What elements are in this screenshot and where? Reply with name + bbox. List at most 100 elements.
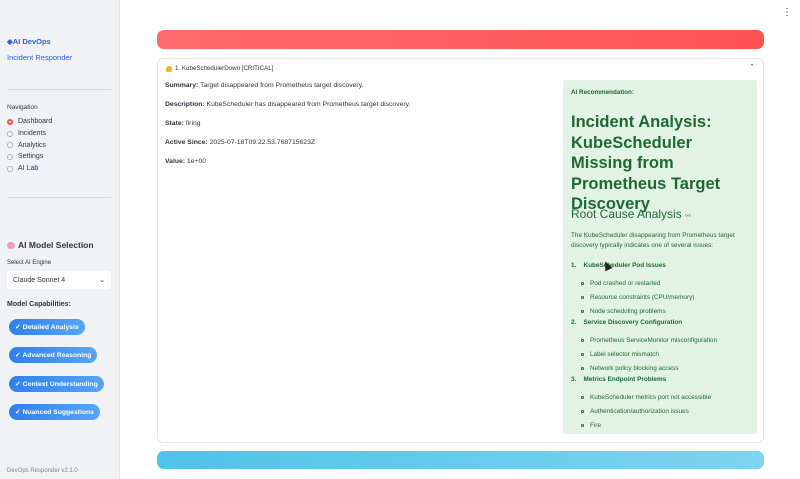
bullet-icon <box>581 309 584 313</box>
alert-value: Value: 1e+00 <box>165 158 206 165</box>
root-cause-heading: Root Cause Analysis ⚯ <box>571 207 691 221</box>
list-item: Node scheduling problems <box>581 308 666 315</box>
section-title: KubeScheduler Pod Issues <box>583 262 666 269</box>
bullet-icon <box>581 352 584 356</box>
bullet-icon <box>581 281 584 285</box>
description-value: KubeScheduler has disappeared from Prome… <box>206 101 411 108</box>
section-title: Service Discovery Configuration <box>583 319 683 326</box>
root-cause-heading-text: Root Cause Analysis <box>571 207 682 221</box>
list-item: Resource constraints (CPU/memory) <box>581 294 694 301</box>
bullet-icon <box>581 423 584 427</box>
version-label: DevOps Responder v2.1.0 <box>7 468 78 474</box>
alert-expander: 1. KubeSchedulerDown [CRITICAL] ⌃ Summar… <box>157 58 764 443</box>
chevron-down-icon: ⌄ <box>99 277 105 284</box>
radio-selected-icon <box>7 118 13 125</box>
collapse-icon[interactable]: ⌃ <box>749 63 755 71</box>
recommendation-intro: The KubeScheduler disappearing from Prom… <box>571 232 735 249</box>
alert-state: State: firing <box>165 120 201 127</box>
alert-title: 1. KubeSchedulerDown [CRITICAL] <box>175 65 274 72</box>
section-number: 3. <box>571 376 577 383</box>
list-item: KubeScheduler metrics port not accessibl… <box>581 394 711 401</box>
bullet-icon <box>581 338 584 342</box>
nav-item-settings[interactable]: Settings <box>7 151 52 163</box>
list-item-text: Pod crashed or restarted <box>590 280 661 287</box>
value-label: Value: <box>165 158 186 165</box>
nav-title: Navigation <box>7 104 38 111</box>
engine-select-value: Claude Sonnet 4 <box>13 276 66 284</box>
bullet-icon <box>581 366 584 370</box>
alert-description: Description: KubeScheduler has disappear… <box>165 101 410 108</box>
radio-icon <box>7 142 13 149</box>
list-item-text: Resource constraints (CPU/memory) <box>590 294 695 301</box>
list-item-text: Network policy blocking access <box>590 365 679 372</box>
list-item-text: KubeScheduler metrics port not accessibl… <box>590 394 712 401</box>
recommendation-label: AI Recommendation: <box>571 89 634 96</box>
alert-summary: Summary: Target disappeared from Prometh… <box>165 82 363 89</box>
capabilities-title: Model Capabilities: <box>7 301 71 308</box>
nav-item-label: Settings <box>18 153 44 161</box>
nav-item-label: Analytics <box>18 141 47 149</box>
alert-expander-header[interactable]: 1. KubeSchedulerDown [CRITICAL] <box>166 65 273 72</box>
alert-active-since: Active Since: 2025-07-18T09:22:53.768715… <box>165 139 315 146</box>
nav-item-label: Dashboard <box>18 118 53 126</box>
list-item-text: Authentication/authorization issues <box>590 408 689 415</box>
sidebar-divider <box>7 89 111 90</box>
info-banner <box>157 451 764 469</box>
capability-badge: ✓ Detailed Analysis <box>9 319 85 335</box>
state-label: State: <box>165 120 184 127</box>
list-item-text: Label selector mismatch <box>590 351 659 358</box>
description-label: Description: <box>165 101 205 108</box>
app-brand-label: AI DevOps <box>12 37 51 46</box>
nav-radio-group: Dashboard Incidents Analytics Settings A… <box>7 116 52 174</box>
section-heading: 1. KubeScheduler Pod Issues <box>571 262 666 269</box>
nav-item-dashboard[interactable]: Dashboard <box>7 116 52 128</box>
critical-banner <box>157 30 764 49</box>
ai-model-section-title: AI Model Selection <box>7 240 94 250</box>
bell-icon <box>166 65 172 72</box>
capability-badge: ✓ Advanced Reasoning <box>9 347 98 363</box>
sidebar-divider <box>7 197 111 198</box>
list-item-text: Prometheus ServiceMonitor misconfigurati… <box>590 337 718 344</box>
link-icon[interactable]: ⚯ <box>685 213 691 220</box>
ai-recommendation-panel: AI Recommendation: Incident Analysis: Ku… <box>563 80 757 434</box>
value-value: 1e+00 <box>186 158 207 165</box>
app-brand: ◆AI DevOps <box>7 37 51 46</box>
list-item: Authentication/authorization issues <box>581 408 689 415</box>
bullet-icon <box>581 409 584 413</box>
summary-value: Target disappeared from Prometheus targe… <box>200 82 364 89</box>
ai-model-section-label: AI Model Selection <box>18 240 94 250</box>
list-item: Label selector mismatch <box>581 351 659 358</box>
list-item: Pod crashed or restarted <box>581 280 660 287</box>
radio-icon <box>7 130 13 137</box>
nav-item-label: AI Lab <box>18 165 39 173</box>
capability-badge: ✓ Context Understanding <box>9 376 104 392</box>
radio-icon <box>7 153 13 160</box>
app-subtitle: Incident Responder <box>7 53 73 62</box>
list-item-text: Node scheduling problems <box>590 308 666 315</box>
list-item: Network policy blocking access <box>581 365 678 372</box>
section-number: 1. <box>571 262 577 269</box>
active-since-value: 2025-07-18T09:22:53.768715623Z <box>209 139 316 146</box>
section-heading: 3. Metrics Endpoint Problems <box>571 376 666 383</box>
radio-icon <box>7 165 13 172</box>
nav-item-incidents[interactable]: Incidents <box>7 128 52 140</box>
summary-label: Summary: <box>165 82 199 89</box>
capability-badge: ✓ Nuanced Suggestions <box>9 404 100 420</box>
bullet-icon <box>581 295 584 299</box>
brain-icon <box>7 241 15 249</box>
recommendation-heading: Incident Analysis: KubeScheduler Missing… <box>571 113 721 213</box>
engine-select-label: Select AI Engine <box>7 260 52 266</box>
nav-item-ai-lab[interactable]: AI Lab <box>7 163 52 175</box>
nav-item-label: Incidents <box>18 130 47 138</box>
active-since-label: Active Since: <box>165 139 208 146</box>
more-menu-icon[interactable]: ⋮ <box>782 8 792 18</box>
state-value: firing <box>185 120 201 127</box>
nav-item-analytics[interactable]: Analytics <box>7 139 52 151</box>
engine-select[interactable]: Claude Sonnet 4 ⌄ <box>7 271 111 289</box>
list-item-text: Fire <box>590 422 602 429</box>
bullet-icon <box>581 395 584 399</box>
section-number: 2. <box>571 319 577 326</box>
sidebar: ◆AI DevOps Incident Responder Navigation… <box>0 0 120 479</box>
list-item: Prometheus ServiceMonitor misconfigurati… <box>581 337 717 344</box>
section-title: Metrics Endpoint Problems <box>583 376 667 383</box>
